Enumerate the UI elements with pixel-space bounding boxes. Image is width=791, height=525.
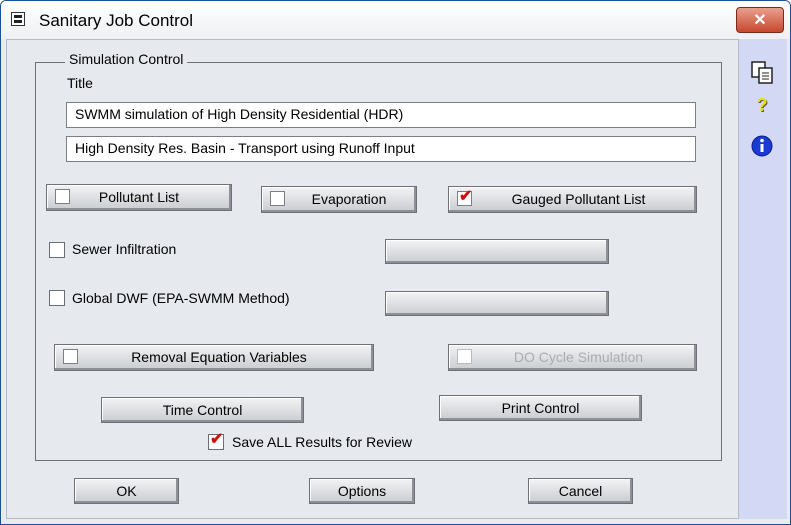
title-line2-input[interactable]: High Density Res. Basin - Transport usin… — [66, 136, 696, 162]
checkmark-icon: ✔ — [459, 188, 473, 205]
side-toolbar: ? — [739, 39, 787, 519]
evaporation-label: Evaporation — [311, 191, 387, 207]
sewer-infiltration-detail-button[interactable] — [385, 239, 609, 264]
global-dwf-detail-button[interactable] — [385, 291, 609, 316]
title-label: Title — [67, 75, 93, 91]
removal-equation-checkbox[interactable] — [63, 349, 78, 364]
removal-equation-button[interactable]: Removal Equation Variables — [54, 344, 374, 371]
global-dwf-label: Global DWF (EPA-SWMM Method) — [72, 290, 290, 306]
sanitary-job-control-window: Sanitary Job Control ✕ Simulation Contro… — [0, 0, 791, 525]
print-control-label: Print Control — [501, 400, 580, 416]
time-control-button[interactable]: Time Control — [101, 397, 304, 423]
global-dwf-checkbox[interactable] — [49, 290, 65, 306]
evaporation-button[interactable]: Evaporation — [261, 186, 417, 213]
print-control-button[interactable]: Print Control — [439, 395, 642, 421]
gauged-pollutant-list-button[interactable]: ✔ Gauged Pollutant List — [448, 186, 697, 213]
close-button[interactable]: ✕ — [736, 7, 784, 33]
title-line1-input[interactable]: SWMM simulation of High Density Resident… — [66, 102, 696, 128]
simulation-control-legend: Simulation Control — [65, 51, 188, 67]
cancel-button[interactable]: Cancel — [528, 478, 633, 504]
evaporation-checkbox[interactable] — [270, 191, 285, 206]
sewer-infiltration-checkbox[interactable] — [49, 242, 65, 258]
removal-equation-label: Removal Equation Variables — [131, 349, 307, 365]
save-all-results-label: Save ALL Results for Review — [232, 434, 413, 450]
window-title: Sanitary Job Control — [39, 11, 194, 30]
title-bar[interactable]: Sanitary Job Control ✕ — [1, 1, 790, 39]
options-button[interactable]: Options — [309, 478, 415, 504]
do-cycle-label: DO Cycle Simulation — [513, 349, 644, 365]
save-all-results-checkbox[interactable]: ✔ — [208, 431, 224, 450]
do-cycle-checkbox[interactable] — [457, 349, 472, 364]
sewer-infiltration-label: Sewer Infiltration — [72, 241, 177, 257]
dialog-client-area: Simulation Control Title SWMM simulation… — [6, 39, 739, 519]
pollutant-list-button[interactable]: Pollutant List — [46, 184, 232, 211]
help-icon[interactable]: ? — [749, 95, 775, 121]
app-icon — [11, 12, 25, 26]
ok-label: OK — [116, 483, 137, 499]
pollutant-list-checkbox[interactable] — [55, 189, 70, 204]
ok-button[interactable]: OK — [74, 478, 179, 504]
do-cycle-button[interactable]: DO Cycle Simulation — [448, 344, 697, 371]
checkmark-icon: ✔ — [210, 431, 224, 448]
info-icon[interactable] — [749, 133, 775, 159]
time-control-label: Time Control — [162, 402, 243, 418]
close-icon: ✕ — [753, 12, 767, 29]
pollutant-list-label: Pollutant List — [98, 189, 180, 205]
gauged-pollutant-list-checkbox[interactable]: ✔ — [457, 188, 473, 206]
options-label: Options — [337, 483, 387, 499]
gauged-pollutant-list-label: Gauged Pollutant List — [511, 191, 646, 207]
copy-icon[interactable] — [749, 59, 775, 85]
cancel-label: Cancel — [558, 483, 603, 499]
